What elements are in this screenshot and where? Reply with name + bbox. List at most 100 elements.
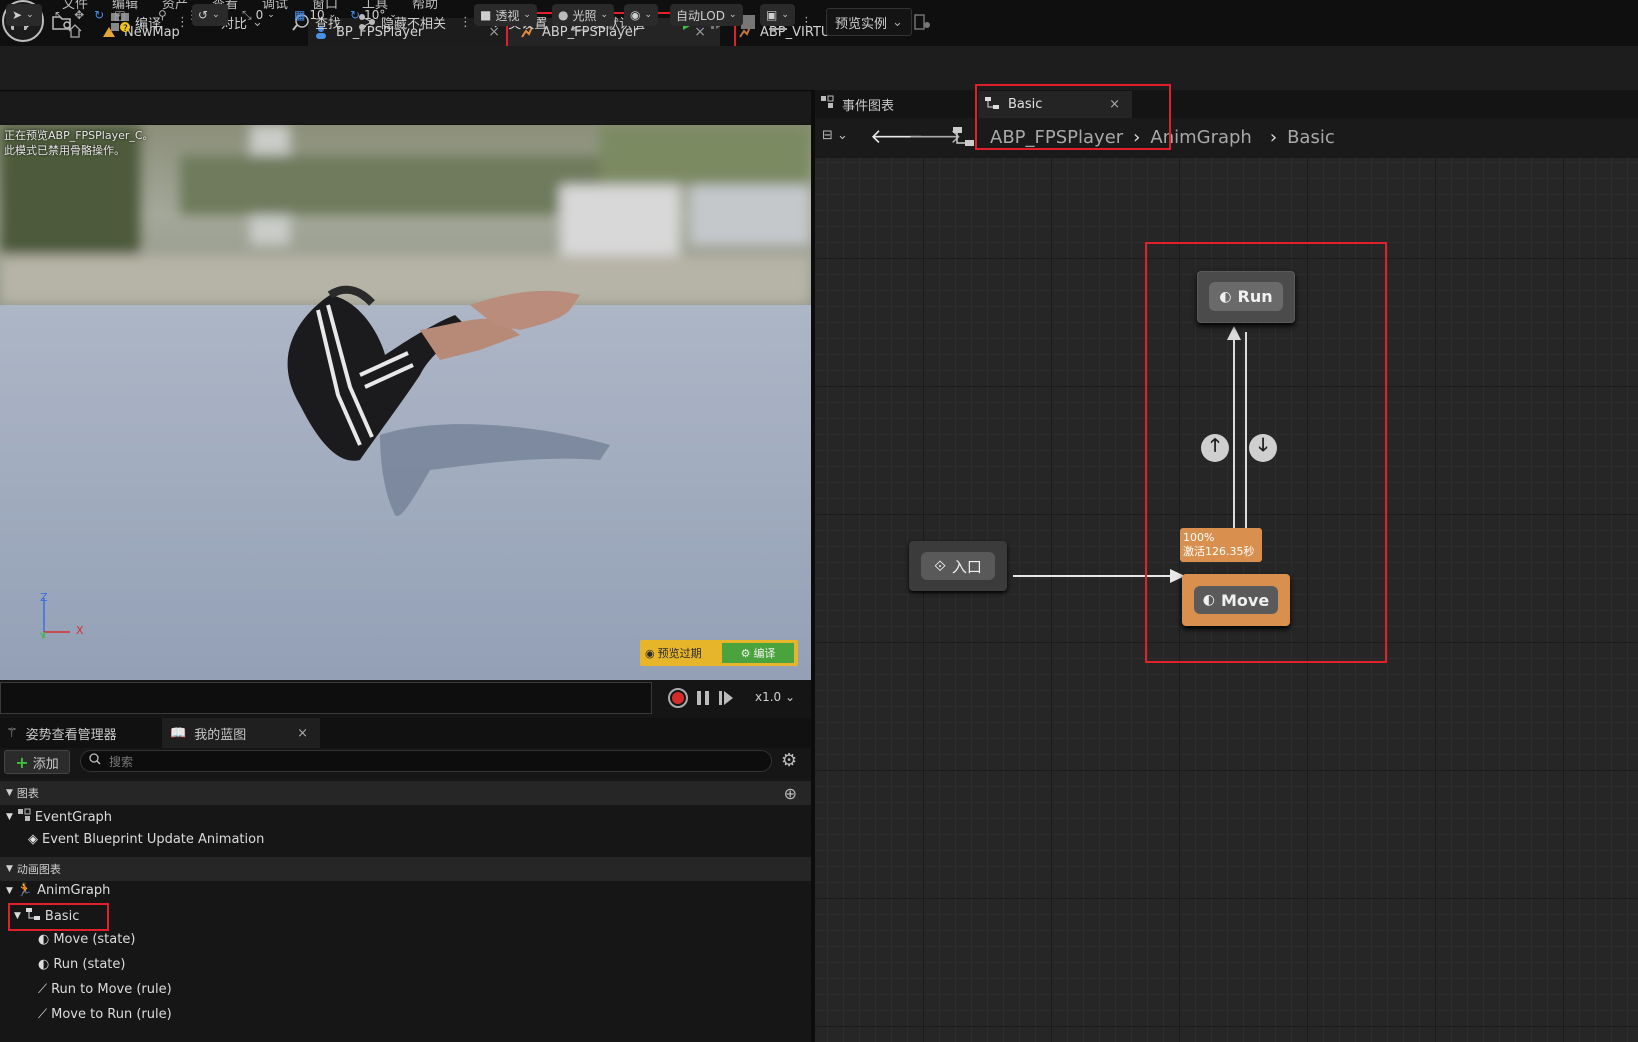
chevron-down-icon: ▼ bbox=[6, 864, 13, 874]
viewport-scene bbox=[0, 125, 811, 680]
debug-object-button[interactable] bbox=[914, 8, 932, 36]
tab-basic[interactable]: Basic × bbox=[978, 91, 1132, 118]
speed-label: x1.0 bbox=[755, 690, 782, 704]
chevron-down-icon: ⌄ bbox=[523, 10, 531, 20]
viewport-toolbar bbox=[0, 92, 811, 124]
lighting-dropdown[interactable]: ● 光照 ⌄ bbox=[552, 4, 615, 26]
transition-icon: ⟋ bbox=[38, 982, 48, 997]
rotate-icon[interactable]: ↻ bbox=[94, 8, 104, 22]
tree-item-basic[interactable]: ▼ Basic bbox=[14, 907, 79, 925]
event-graph-icon bbox=[820, 95, 834, 113]
record-button[interactable] bbox=[668, 688, 688, 708]
tree-item-run-state[interactable]: ◐ Run (state) bbox=[38, 957, 125, 972]
breadcrumb-item[interactable]: Basic bbox=[1287, 127, 1335, 148]
chevron-down-icon: ⌄ bbox=[644, 10, 653, 20]
breadcrumb-item[interactable]: AnimGraph bbox=[1150, 127, 1251, 148]
preview-info-line: 此模式已禁用骨骼操作。 bbox=[4, 144, 125, 157]
tree-item-event-update[interactable]: ◈ Event Blueprint Update Animation bbox=[28, 832, 264, 847]
more-icon[interactable]: ⋮ bbox=[800, 15, 813, 30]
playback-speed-dropdown[interactable]: x1.0 ⌄ bbox=[755, 690, 795, 704]
snap-angle-button[interactable]: ⤡ 0 ⌄ bbox=[236, 4, 281, 26]
event-graph-icon bbox=[17, 808, 31, 826]
select-mode-button[interactable]: ➤ ⌄ bbox=[6, 4, 42, 26]
preview-viewport[interactable] bbox=[0, 125, 811, 680]
surface-snap-button[interactable]: ↺ ⌄ bbox=[192, 4, 228, 26]
more-icon[interactable]: ⋮ bbox=[180, 4, 198, 26]
chevron-down-icon: ⌄ bbox=[781, 10, 789, 20]
settings-gear-icon[interactable]: ⚙ bbox=[781, 750, 797, 771]
move-icon[interactable]: ✥ bbox=[74, 8, 84, 22]
tab-label: Basic bbox=[1008, 97, 1043, 112]
chevron-down-icon: ⌄ bbox=[389, 10, 397, 20]
chevron-down-icon: ▼ bbox=[6, 812, 13, 822]
preview-outdated-label: 预览过期 bbox=[657, 647, 702, 660]
viewport-options-dropdown[interactable]: ▣ ⌄ bbox=[760, 4, 795, 26]
perspective-dropdown[interactable]: ■ 透视 ⌄ bbox=[474, 4, 537, 26]
state-icon: ◐ bbox=[38, 957, 50, 972]
pose-icon: ⚚ bbox=[6, 725, 18, 741]
tree-label: Event Blueprint Update Animation bbox=[42, 832, 265, 847]
show-dropdown[interactable]: ◉ ⌄ bbox=[624, 4, 659, 26]
tree-item-eventgraph[interactable]: ▼ EventGraph bbox=[6, 808, 112, 826]
coord-space-button[interactable]: ⚲ bbox=[152, 4, 180, 26]
lod-dropdown[interactable]: 自动LOD ⌄ bbox=[670, 4, 743, 26]
record-icon bbox=[672, 692, 684, 704]
grid-icon: ▦ bbox=[294, 8, 306, 22]
snap-icon: ↺ bbox=[198, 8, 209, 22]
rotate-snap-icon: ↻ bbox=[350, 8, 361, 22]
chevron-right-icon: › bbox=[1269, 126, 1278, 148]
transition-rule-up-icon[interactable]: 🡑 bbox=[1201, 434, 1229, 462]
step-forward-icon[interactable] bbox=[718, 690, 734, 710]
tab-event-graph[interactable]: 事件图表 bbox=[820, 92, 894, 116]
close-icon[interactable]: × bbox=[1109, 97, 1120, 112]
axis-x-label: X bbox=[76, 624, 84, 637]
eye-icon: ◉ bbox=[645, 646, 655, 660]
tree-label: AnimGraph bbox=[37, 883, 111, 898]
chevron-down-icon: ⌄ bbox=[728, 10, 737, 20]
lighting-label: 光照 bbox=[572, 8, 597, 23]
select-icon[interactable]: ↖ bbox=[54, 8, 64, 22]
tree-item-move-state[interactable]: ◐ Move (state) bbox=[38, 932, 135, 947]
chevron-down-icon: ⌄ bbox=[892, 14, 903, 30]
section-graphs[interactable]: ▼ 图表 ⊕ bbox=[0, 781, 811, 805]
search-icon bbox=[89, 753, 101, 769]
search-placeholder: 搜索 bbox=[109, 754, 134, 769]
rotate-snap-button[interactable]: ↻ 10° ⌄ bbox=[344, 4, 403, 26]
add-label: 添加 bbox=[32, 756, 59, 772]
add-circle-icon[interactable]: ⊕ bbox=[784, 784, 797, 803]
search-input[interactable]: 搜索 bbox=[80, 750, 772, 772]
transition-icon: ⟋ bbox=[38, 1007, 48, 1022]
grid-value: 10 bbox=[309, 8, 325, 22]
tree-item-run-to-move[interactable]: ⟋ Run to Move (rule) bbox=[38, 982, 172, 997]
bookmark-dropdown[interactable]: ⊟ ⌄ bbox=[822, 128, 848, 143]
preview-instance-dropdown[interactable]: 预览实例 ⌄ bbox=[826, 8, 912, 36]
breadcrumb: ABP_FPSPlayer › AnimGraph › Basic bbox=[990, 125, 1335, 149]
scale-icon[interactable]: ◰ bbox=[114, 8, 125, 22]
chevron-down-icon: ⌄ bbox=[267, 10, 275, 20]
timeline-scrubber[interactable] bbox=[0, 682, 652, 714]
section-anim-graphs[interactable]: ▼ 动画图表 bbox=[0, 857, 811, 881]
tab-pose-watch[interactable]: ⚚ 姿势查看管理器 bbox=[0, 718, 160, 748]
gear-icon: ⚙ bbox=[740, 646, 751, 660]
chevron-down-icon: ▼ bbox=[14, 911, 21, 921]
pause-icon[interactable] bbox=[696, 690, 710, 710]
add-button[interactable]: + 添加 bbox=[4, 750, 70, 774]
chevron-down-icon: ⌄ bbox=[600, 10, 609, 20]
transition-rule-down-icon[interactable]: 🡓 bbox=[1249, 434, 1277, 462]
tab-my-blueprint[interactable]: 📖 我的蓝图 × bbox=[162, 718, 320, 748]
tree-item-move-to-run[interactable]: ⟋ Move to Run (rule) bbox=[38, 1007, 172, 1022]
chevron-down-icon: ▼ bbox=[6, 885, 13, 896]
breadcrumb-item[interactable]: ABP_FPSPlayer bbox=[990, 127, 1123, 148]
close-icon[interactable]: × bbox=[297, 726, 308, 741]
compile-badge-button[interactable]: ⚙ 编译 bbox=[722, 643, 794, 663]
state-icon: ◐ bbox=[38, 932, 50, 947]
tree-label: Move (state) bbox=[53, 932, 136, 947]
main-toolbar bbox=[0, 46, 1638, 91]
tree-item-animgraph[interactable]: ▼ 🏃 AnimGraph bbox=[6, 883, 110, 898]
chevron-right-icon: › bbox=[1133, 126, 1141, 148]
cursor-icon: ➤ bbox=[12, 8, 23, 22]
more-icon[interactable]: ⋮ bbox=[459, 15, 472, 30]
tab-label: 姿势查看管理器 bbox=[25, 727, 117, 743]
tab-label: 我的蓝图 bbox=[194, 727, 247, 743]
grid-snap-button[interactable]: ▦ 10 ⌄ bbox=[288, 4, 342, 26]
